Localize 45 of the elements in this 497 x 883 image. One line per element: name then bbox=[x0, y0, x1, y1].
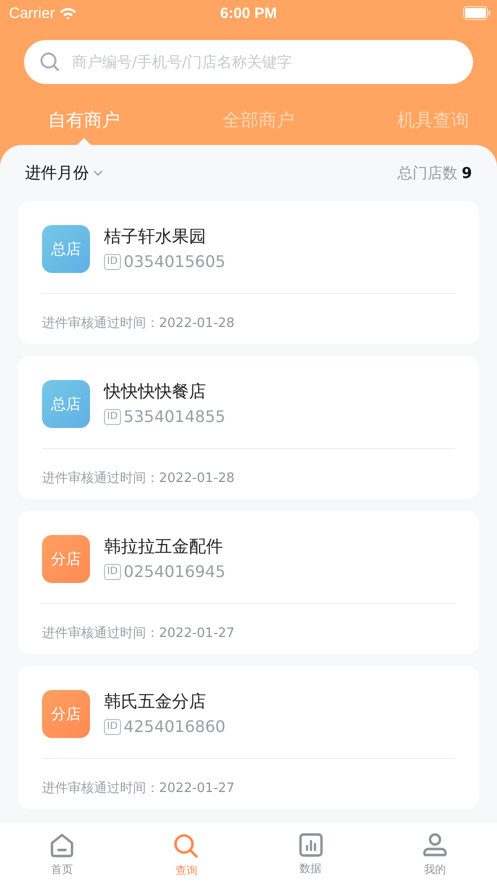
date-label: 进件审核通过时间： bbox=[42, 316, 159, 331]
approval-date: 2022-01-28 bbox=[159, 316, 235, 331]
merchant-id: 0354015605 bbox=[124, 252, 226, 271]
battery-icon bbox=[463, 6, 491, 20]
store-type-badge: 分店 bbox=[42, 690, 90, 738]
search-field[interactable]: 商户编号/手机号/门店名称关键字 bbox=[24, 40, 473, 84]
merchant-id: 4254016860 bbox=[124, 717, 226, 736]
store-type-badge: 分店 bbox=[42, 535, 90, 583]
id-tag: ID bbox=[104, 718, 121, 734]
merchant-card[interactable]: 分店 韩氏五金分店 ID 4254016860 进件审核通过时间：2022-01-27 bbox=[18, 666, 479, 809]
date-label: 进件审核通过时间： bbox=[42, 781, 159, 796]
store-count-label: 总门店数 bbox=[398, 164, 458, 182]
id-tag: ID bbox=[104, 564, 121, 580]
bar-chart-icon bbox=[298, 833, 323, 857]
merchant-card[interactable]: 分店 韩拉拉五金配件 ID 0254016945 进件审核通过时间：2022-01-27 bbox=[18, 511, 479, 654]
store-type-badge: 总店 bbox=[42, 380, 90, 428]
id-tag: ID bbox=[104, 254, 121, 270]
tab-bar-item[interactable]: 我的 bbox=[400, 833, 470, 883]
merchant-card[interactable]: 总店 桔子轩水果园 ID 0354015605 进件审核通过时间：2022-01-28 bbox=[18, 201, 479, 344]
carrier-label: Carrier bbox=[9, 4, 55, 22]
merchant-name: 韩拉拉五金配件 bbox=[104, 536, 224, 558]
profile-icon bbox=[422, 833, 447, 858]
date-label: 进件审核通过时间： bbox=[42, 626, 159, 641]
tab-bar-item[interactable]: 首页 bbox=[27, 833, 98, 883]
merchant-name: 快快快快餐店 bbox=[104, 381, 207, 403]
approval-date: 2022-01-27 bbox=[159, 626, 235, 641]
status-time: 6:00 PM bbox=[220, 4, 277, 22]
wifi-icon bbox=[58, 6, 77, 20]
tab-bar-item[interactable]: 查询 bbox=[151, 833, 222, 883]
month-filter[interactable]: 进件月份 bbox=[25, 162, 103, 184]
home-icon bbox=[50, 833, 74, 858]
approval-date: 2022-01-28 bbox=[159, 471, 235, 486]
merchant-name: 韩氏五金分店 bbox=[104, 691, 207, 713]
search-icon bbox=[173, 833, 200, 859]
tab-bar-item[interactable]: 数据 bbox=[276, 833, 346, 883]
store-type-badge: 总店 bbox=[42, 225, 90, 273]
merchant-card[interactable]: 总店 快快快快餐店 ID 5354014855 进件审核通过时间：2022-01-28 bbox=[18, 356, 479, 499]
merchant-name: 桔子轩水果园 bbox=[104, 226, 207, 248]
store-count: 9 bbox=[462, 164, 472, 182]
approval-date: 2022-01-27 bbox=[159, 781, 235, 796]
id-tag: ID bbox=[104, 408, 121, 424]
merchant-id: 5354014855 bbox=[124, 407, 226, 426]
date-label: 进件审核通过时间： bbox=[42, 471, 159, 486]
merchant-id: 0254016945 bbox=[124, 562, 226, 581]
chevron-down-icon bbox=[93, 170, 103, 176]
